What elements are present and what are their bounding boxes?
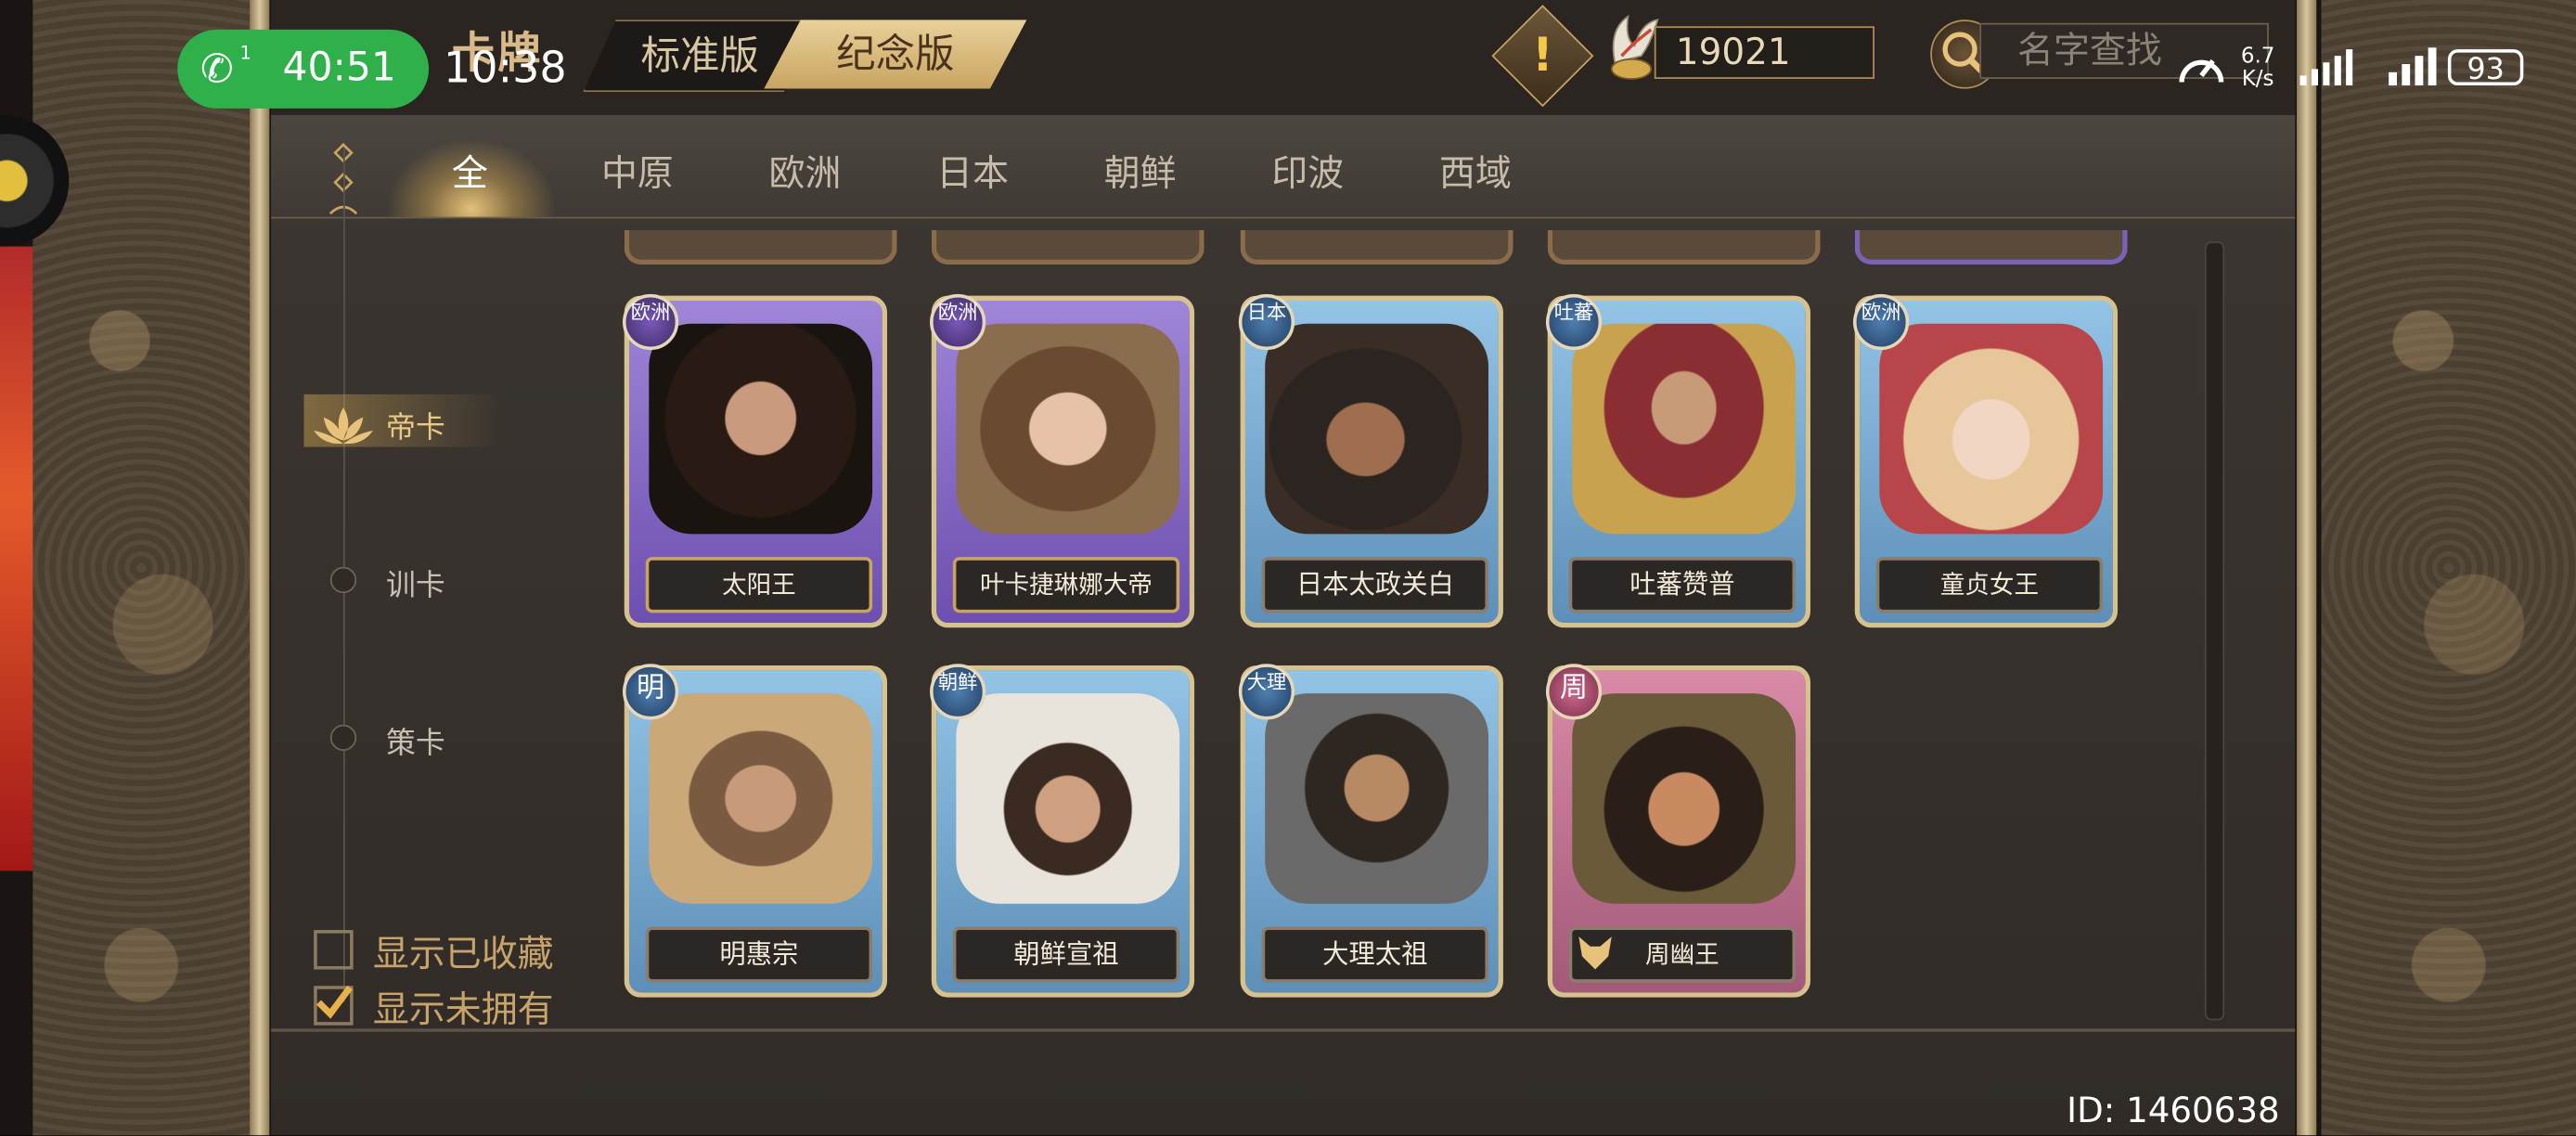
card-collection-panel: 卡牌 标准版 纪念版 ! 19021 名字查找 全 中原 欧洲 日本 朝鲜 印波: [271, 0, 2296, 1136]
region-badge: 欧洲: [622, 293, 679, 351]
checkmark-icon: [316, 985, 353, 1019]
card-sun-king[interactable]: 欧洲 太阳王: [622, 293, 888, 628]
card-japan-regent[interactable]: 日本 日本太政关白: [1238, 293, 1503, 628]
portrait-image: [956, 693, 1180, 904]
call-line-number: 1: [239, 43, 251, 65]
show-collected-checkbox[interactable]: [314, 930, 354, 970]
region-badge: 明: [622, 664, 679, 720]
portrait-image: [1265, 693, 1488, 904]
ongoing-call-pill[interactable]: ✆ 1 40:51: [177, 29, 430, 109]
card-name: 朝鲜宣祖: [952, 926, 1180, 983]
category-western-regions[interactable]: 西域: [1439, 145, 1512, 198]
signal-strength-icon: [2389, 47, 2437, 86]
region-badge: 日本: [1238, 293, 1295, 351]
category-central-plains[interactable]: 中原: [601, 145, 674, 198]
battery-level: 93: [2447, 49, 2524, 87]
right-decor-panel: [2321, 0, 2576, 1136]
card-name: 童贞女王: [1875, 557, 2104, 613]
category-all[interactable]: 全: [452, 145, 488, 198]
card-name: 大理太祖: [1261, 926, 1488, 983]
show-unowned-label: 显示未拥有: [372, 990, 554, 1032]
card-virgin-queen[interactable]: 欧洲 童贞女王: [1853, 293, 2119, 628]
tab-memorial-version[interactable]: 纪念版: [764, 19, 1027, 89]
portrait-image: [956, 323, 1180, 535]
region-badge: 欧洲: [930, 293, 986, 351]
card-partial[interactable]: [624, 229, 897, 265]
card-tibet-tsenpo[interactable]: 吐蕃 吐蕃赞普: [1545, 293, 1810, 628]
network-speed-value: 6.7: [2240, 44, 2275, 70]
filter-strategy-cards[interactable]: 策卡: [386, 719, 445, 762]
card-list-scrollbar[interactable]: [2204, 241, 2225, 1021]
portrait-image: [649, 693, 873, 904]
card-zhou-youwang[interactable]: 周 周幽王: [1545, 664, 1810, 998]
warning-button[interactable]: !: [1491, 5, 1594, 108]
top-bar: 卡牌 标准版 纪念版 ! 19021 名字查找: [271, 0, 2296, 115]
speedometer-icon: [2179, 58, 2224, 83]
show-collected-label: 显示已收藏: [372, 935, 554, 976]
show-unowned-checkbox[interactable]: [314, 985, 354, 1026]
exclamation-icon: !: [1532, 28, 1553, 83]
category-korea[interactable]: 朝鲜: [1104, 145, 1177, 198]
game-screen: 卡牌 标准版 纪念版 ! 19021 名字查找 全 中原 欧洲 日本 朝鲜 印波: [0, 0, 2576, 1136]
card-name: 日本太政关白: [1261, 557, 1488, 613]
network-speed-unit: K/s: [2241, 67, 2274, 93]
filter-training-cards[interactable]: 训卡: [386, 562, 445, 604]
filter-dot: [329, 724, 357, 752]
status-clock: 10:38: [444, 44, 567, 94]
region-badge: 欧洲: [1853, 293, 1910, 351]
region-badge: 周: [1545, 664, 1603, 720]
card-partial[interactable]: [1854, 229, 2128, 265]
portrait-image: [649, 323, 873, 535]
region-badge: 吐蕃: [1545, 293, 1603, 351]
portrait-image: [1572, 323, 1797, 535]
card-dali-taizu[interactable]: 大理 大理太祖: [1238, 664, 1503, 998]
currency-display: 19021: [1654, 26, 1875, 79]
card-joseon-seonjo[interactable]: 朝鲜 朝鲜宣祖: [930, 664, 1195, 998]
phone-icon: ✆: [200, 45, 234, 93]
filter-dot: [329, 566, 357, 594]
network-speed: 6.7 K/s: [2240, 44, 2275, 93]
card-partial[interactable]: [1240, 229, 1513, 265]
card-ming-huizong[interactable]: 明 明惠宗: [622, 664, 888, 998]
left-edge-decor: [0, 246, 33, 871]
right-gold-border: [2297, 0, 2317, 1136]
filter-emperor-cards[interactable]: 帝卡: [386, 405, 445, 447]
card-name: 太阳王: [645, 557, 873, 613]
card-name: 叶卡捷琳娜大帝: [952, 557, 1180, 613]
left-gold-border: [250, 0, 270, 1136]
category-india-persia[interactable]: 印波: [1271, 145, 1344, 198]
lotus-icon: [314, 407, 373, 445]
region-badge: 大理: [1238, 664, 1295, 720]
portrait-image: [1879, 323, 2104, 535]
card-partial[interactable]: [931, 229, 1204, 265]
portrait-image: [1572, 693, 1797, 904]
card-catherine-the-great[interactable]: 欧洲 叶卡捷琳娜大帝: [930, 293, 1195, 628]
footer-divider: [271, 1028, 2296, 1032]
region-badge: 朝鲜: [930, 664, 986, 720]
card-name: 明惠宗: [645, 926, 873, 983]
portrait-image: [1265, 323, 1488, 535]
category-europe[interactable]: 欧洲: [769, 145, 842, 198]
card-partial[interactable]: [1547, 229, 1821, 265]
category-japan[interactable]: 日本: [936, 145, 1009, 198]
call-duration: 40:51: [282, 44, 396, 91]
fox-icon: [1578, 936, 1612, 970]
user-id: ID: 1460638: [2067, 1091, 2280, 1131]
card-name: 吐蕃赞普: [1568, 557, 1797, 613]
signal-strength-icon: [2299, 49, 2353, 86]
